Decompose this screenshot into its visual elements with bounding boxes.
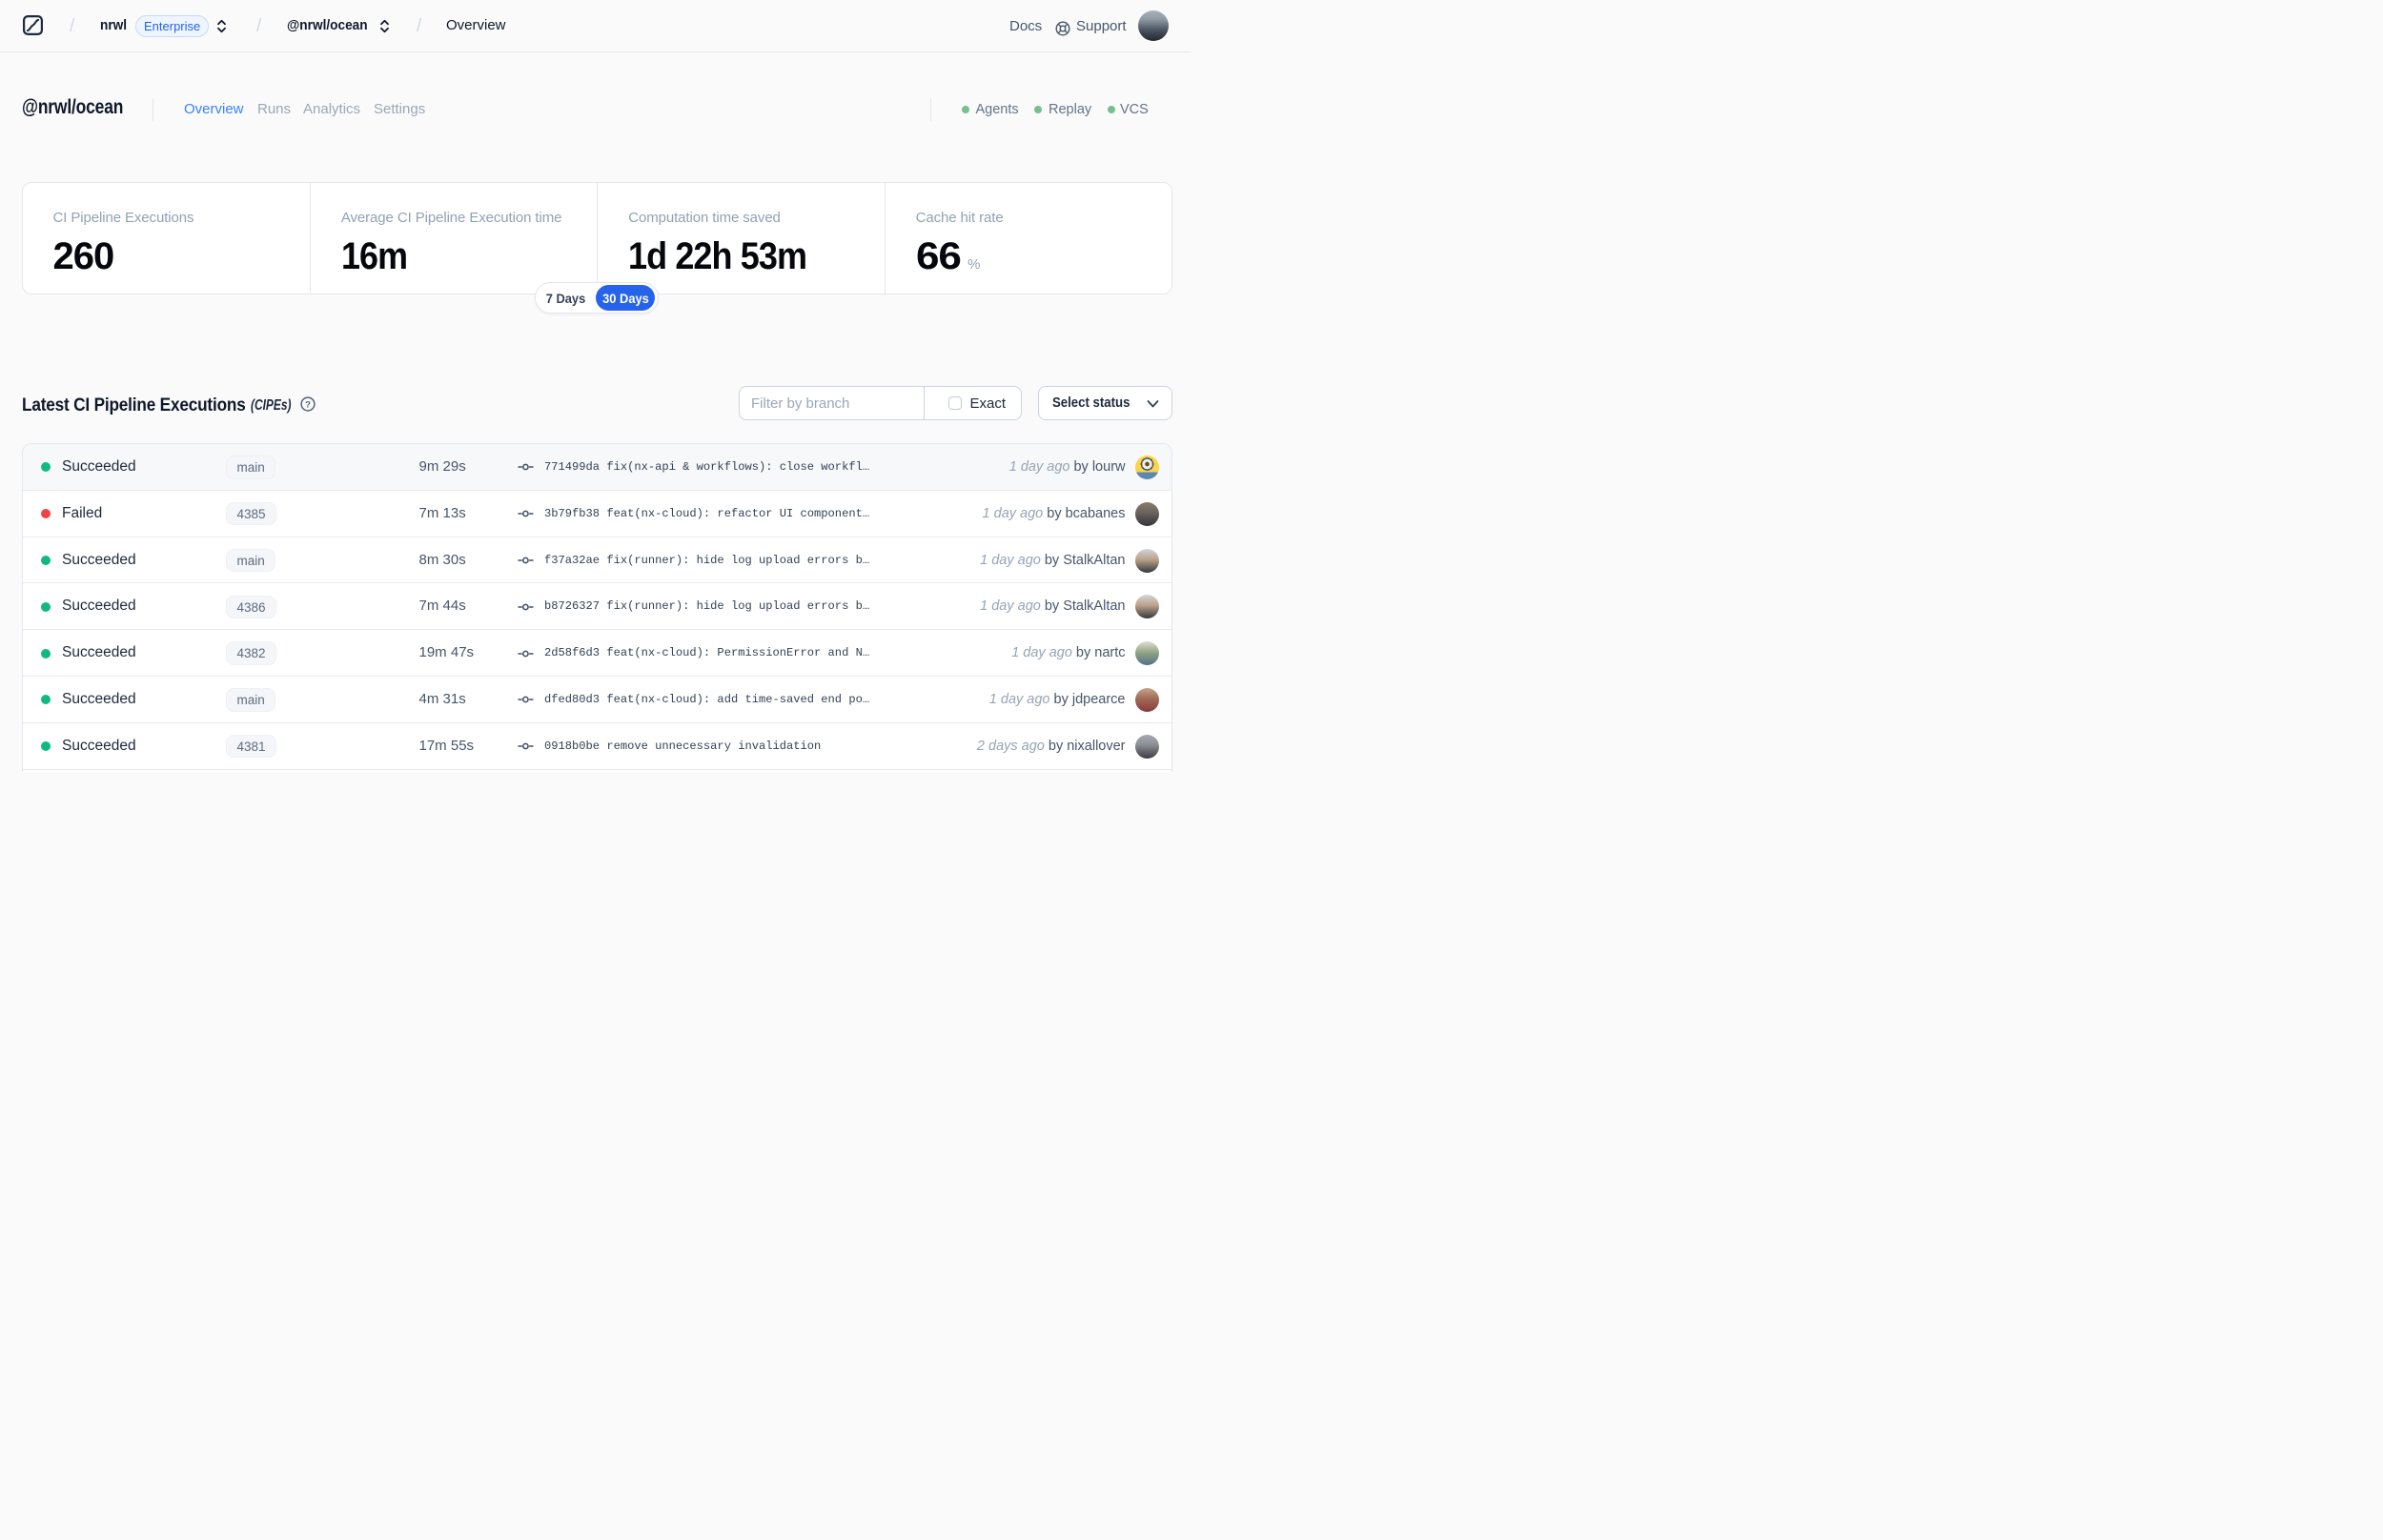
svg-text:?: ? bbox=[305, 399, 311, 410]
